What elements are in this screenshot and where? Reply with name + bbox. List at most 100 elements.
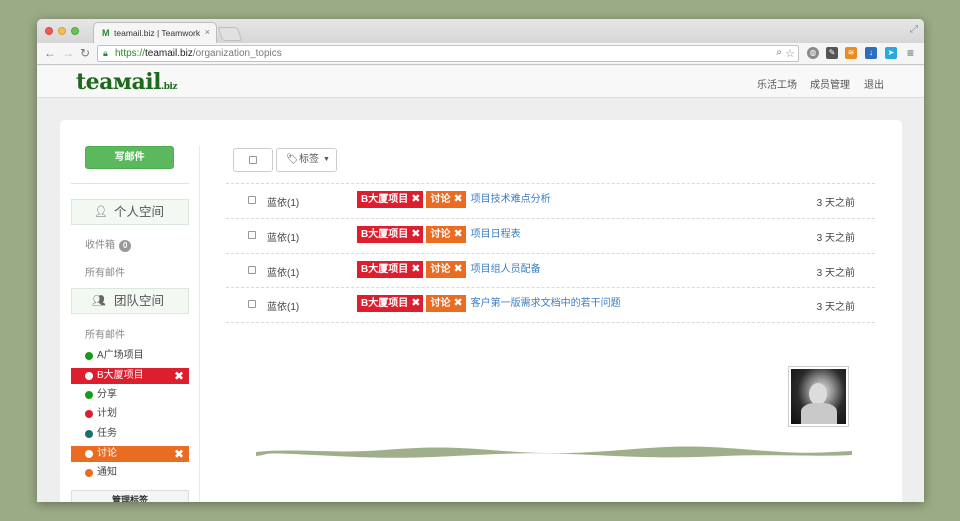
nav-link-logout[interactable]: 退出 [864, 76, 884, 91]
row-time: 3 天之前 [816, 268, 855, 279]
sidebar-label-discussion[interactable]: 讨论 ✖ [71, 446, 189, 462]
row-checkbox[interactable] [248, 300, 256, 308]
nav-link-workshop[interactable]: 乐活工场 [757, 76, 797, 91]
table-row[interactable]: 蓝依(1) B大厦项目 ✖ 讨论 ✖ 客户第一版需求文档中的若干问题 3 天之前 [226, 288, 875, 322]
sidebar-label-plan[interactable]: 计划 [71, 406, 189, 422]
select-all-button[interactable] [233, 148, 273, 172]
sidebar-label-notice[interactable]: 通知 [71, 465, 189, 481]
fullscreen-icon[interactable]: ⤢ [910, 24, 918, 35]
compose-button[interactable]: 写邮件 [85, 146, 174, 169]
sidebar-item-inbox[interactable]: 收件箱 0 [85, 236, 132, 252]
sidebar-item-all-mail[interactable]: 所有邮件 [85, 264, 125, 279]
row-subject-link[interactable]: 项目技术难点分析 [471, 191, 551, 208]
row-subject-link[interactable]: 客户第一版需求文档中的若干问题 [471, 295, 621, 312]
list-divider [226, 322, 875, 323]
remove-filter-icon[interactable]: ✖ [174, 368, 184, 384]
tag-text: 讨论 [430, 194, 451, 205]
tag-discussion[interactable]: 讨论 ✖ [426, 191, 466, 208]
bookmark-star-icon[interactable]: ☆ [785, 47, 795, 60]
labels-button-text: 标签 [299, 154, 319, 165]
tab-close-icon[interactable]: × [205, 27, 210, 37]
row-subject-link[interactable]: 项目组人员配备 [471, 261, 541, 278]
row-sender: 蓝依(1) [267, 302, 300, 313]
sidebar-label-share[interactable]: 分享 [71, 387, 189, 403]
remove-filter-icon[interactable]: ✖ [174, 446, 184, 462]
extension-tag-icon[interactable]: ➤ [885, 47, 897, 59]
remove-tag-icon[interactable]: ✖ [411, 193, 420, 205]
url-text[interactable]: https://teamail.biz/organization_topics [115, 48, 282, 59]
table-row[interactable]: 蓝依(1) B大厦项目 ✖ 讨论 ✖ 项目组人员配备 3 天之前 [226, 254, 875, 288]
row-checkbox[interactable] [248, 231, 256, 239]
label-dot-icon [85, 430, 93, 438]
close-window-button[interactable] [45, 27, 53, 35]
zoom-icon[interactable]: ⌕ [776, 47, 782, 58]
row-tags: B大厦项目 ✖ 讨论 ✖ 客户第一版需求文档中的若干问题 [357, 295, 621, 312]
row-subject-link[interactable]: 项目日程表 [471, 226, 521, 243]
tag-text: B大厦项目 [361, 229, 409, 240]
tag-b-tower[interactable]: B大厦项目 ✖ [357, 226, 424, 243]
sidebar-label-task[interactable]: 任务 [71, 426, 189, 442]
team-space-header[interactable]: 👥︎ 团队空间 [71, 288, 189, 314]
label-name: 计划 [97, 408, 117, 419]
tag-discussion[interactable]: 讨论 ✖ [426, 261, 466, 278]
manage-labels-button[interactable]: 管理标签 [71, 490, 189, 502]
user-icon: 👤︎ [94, 206, 108, 218]
tag-text: 讨论 [430, 229, 451, 240]
users-icon: 👥︎ [92, 295, 106, 307]
tab-title: teamail.biz | Teamwork w [114, 28, 202, 38]
tag-b-tower[interactable]: B大厦项目 ✖ [357, 261, 424, 278]
label-name: 分享 [97, 389, 117, 400]
row-checkbox[interactable] [248, 266, 256, 274]
extension-evernote-icon[interactable]: ✎ [826, 47, 838, 59]
extension-globe-icon[interactable]: ◍ [807, 47, 819, 59]
address-bar[interactable]: 🔒︎ https://teamail.biz/organization_topi… [97, 45, 799, 62]
remove-tag-icon[interactable]: ✖ [411, 263, 420, 275]
sidebar-separator [199, 146, 200, 502]
select-all-checkbox[interactable] [249, 156, 257, 164]
tag-discussion[interactable]: 讨论 ✖ [426, 226, 466, 243]
tag-text: B大厦项目 [361, 298, 409, 309]
sidebar-label-a-plaza[interactable]: A广场项目 [71, 348, 189, 364]
tag-b-tower[interactable]: B大厦项目 ✖ [357, 295, 424, 312]
tag-text: B大厦项目 [361, 264, 409, 275]
label-name: B大厦项目 [97, 370, 144, 381]
tag-discussion[interactable]: 讨论 ✖ [426, 295, 466, 312]
nav-link-members[interactable]: 成员管理 [810, 76, 850, 91]
tag-text: 讨论 [430, 298, 451, 309]
menu-icon[interactable]: ≡ [907, 46, 914, 60]
personal-space-header[interactable]: 👤︎ 个人空间 [71, 199, 189, 225]
back-arrow-icon[interactable]: ← [44, 45, 56, 61]
row-sender: 蓝依(1) [267, 268, 300, 279]
sidebar-item-team-all-mail[interactable]: 所有邮件 [85, 326, 125, 341]
row-checkbox[interactable] [248, 196, 256, 204]
row-sender: 蓝依(1) [267, 198, 300, 209]
label-dot-icon [85, 391, 93, 399]
minimize-window-button[interactable] [58, 27, 66, 35]
teamail-logo[interactable]: teaмail.biz [76, 69, 177, 95]
remove-tag-icon[interactable]: ✖ [453, 263, 462, 275]
new-tab-button[interactable] [217, 27, 243, 41]
rss-icon[interactable]: ≋ [845, 47, 857, 59]
browser-toolbar: ← → ↻ 🔒︎ https://teamail.biz/organizatio… [37, 43, 924, 65]
browser-tab[interactable]: M teamail.biz | Teamwork w × [93, 22, 217, 43]
remove-tag-icon[interactable]: ✖ [411, 297, 420, 309]
tag-text: B大厦项目 [361, 194, 409, 205]
tag-b-tower[interactable]: B大厦项目 ✖ [357, 191, 424, 208]
logo-text: teaмail [76, 69, 162, 95]
remove-tag-icon[interactable]: ✖ [453, 228, 462, 240]
redacted-footer [256, 446, 852, 458]
extension-download-icon[interactable]: ↓ [865, 47, 877, 59]
table-row[interactable]: 蓝依(1) B大厦项目 ✖ 讨论 ✖ 项目技术难点分析 3 天之前 [226, 184, 875, 218]
team-space-label: 团队空间 [114, 294, 165, 308]
labels-dropdown-button[interactable]: 🏷︎ 标签 ▼ [276, 148, 337, 172]
table-row[interactable]: 蓝依(1) B大厦项目 ✖ 讨论 ✖ 项目日程表 3 天之前 [226, 219, 875, 253]
reload-icon[interactable]: ↻ [80, 45, 90, 61]
sidebar-label-b-tower[interactable]: B大厦项目 ✖ [71, 368, 189, 384]
zoom-window-button[interactable] [71, 27, 79, 35]
remove-tag-icon[interactable]: ✖ [453, 297, 462, 309]
remove-tag-icon[interactable]: ✖ [411, 228, 420, 240]
user-avatar-photo[interactable] [788, 366, 849, 427]
remove-tag-icon[interactable]: ✖ [453, 193, 462, 205]
lock-icon: 🔒︎ [103, 48, 108, 58]
forward-arrow-icon[interactable]: → [62, 45, 74, 61]
